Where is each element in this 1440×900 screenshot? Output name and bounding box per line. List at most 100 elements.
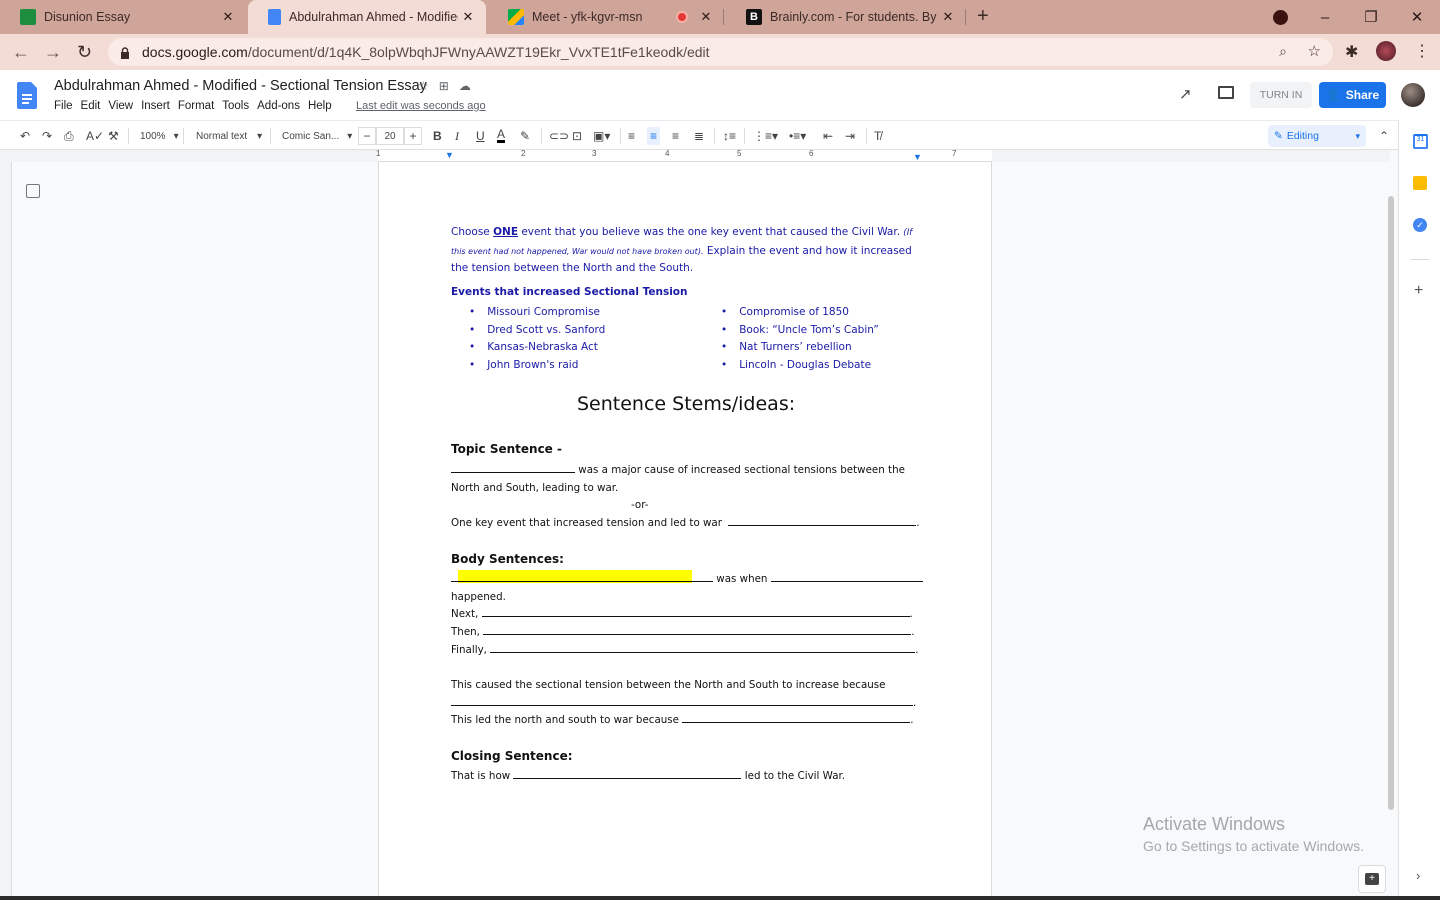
align-right-icon[interactable]: ≡ [672,127,679,145]
close-window-button[interactable]: ✕ [1394,0,1440,34]
tab-abdulrahman-ahmed[interactable]: Abdulrahman Ahmed - Modified ✕ [248,0,486,34]
ruler-page-area[interactable]: 1 ▼ 2 3 4 5 6 ▼ 7 [376,149,992,162]
blank-line[interactable] [483,624,912,636]
menu-file[interactable]: File [54,100,73,112]
forward-icon[interactable]: → [44,42,62,63]
close-tab-icon[interactable]: ✕ [696,9,716,25]
document-outline-icon[interactable] [26,184,40,198]
close-tab-icon[interactable]: ✕ [458,9,478,25]
increase-font-size-button[interactable]: + [404,127,422,145]
new-tab-button[interactable]: + [977,5,989,28]
indent-marker-icon[interactable]: ▼ [445,150,454,160]
blank-line[interactable] [490,642,916,653]
blank-line[interactable] [770,571,923,582]
paragraph-style-select[interactable]: Normal text ▾ [196,127,262,145]
minimize-button[interactable]: – [1302,0,1348,34]
insert-link-icon[interactable]: ⊂⊃ [549,127,569,145]
move-to-folder-icon[interactable]: ⊞ [439,79,449,93]
increase-indent-icon[interactable]: ⇥ [845,127,855,145]
justify-icon[interactable]: ≣ [694,127,704,145]
italic-icon[interactable]: I [455,127,459,145]
menu-insert[interactable]: Insert [141,100,170,112]
document-title[interactable]: Abdulrahman Ahmed - Modified - Sectional… [54,78,427,94]
close-tab-icon[interactable]: ✕ [218,9,238,25]
line-spacing-icon[interactable]: ↕≡ [723,127,736,145]
close-tab-icon[interactable]: ✕ [938,9,958,25]
redo-icon[interactable]: ↷ [42,127,52,145]
watermark-title: Activate Windows [1143,814,1286,834]
menu-view[interactable]: View [108,100,133,112]
underline-icon[interactable]: U [476,127,485,145]
google-calendar-icon[interactable]: 31 [1413,134,1428,149]
turn-in-button[interactable]: TURN IN [1250,82,1312,108]
google-docs-logo[interactable] [17,82,37,109]
url-bar[interactable]: docs.google.com/document/d/1q4K_8olpWbqh… [108,38,1333,66]
print-icon[interactable]: ⎙ [64,127,74,145]
comments-icon[interactable] [1218,86,1234,99]
align-left-icon[interactable]: ≡ [628,127,635,145]
google-keep-icon[interactable] [1413,176,1427,190]
share-button[interactable]: 👤 Share [1319,82,1386,108]
align-center-icon[interactable]: ≡ [647,127,661,145]
bold-icon[interactable]: B [433,127,442,145]
font-select[interactable]: Comic San... ▾ [282,127,352,145]
menu-help[interactable]: Help [308,100,332,112]
blank-line[interactable] [728,515,917,527]
numbered-list-icon[interactable]: ⋮≡▾ [753,127,778,145]
menu-add-ons[interactable]: Add-ons [257,100,300,112]
profile-menu-icon[interactable] [1273,10,1288,25]
tab-meet[interactable]: Meet - yfk-kgvr-msn ✕ [488,0,724,34]
extensions-icon[interactable]: ✱ [1345,42,1358,62]
menu-format[interactable]: Format [178,100,214,112]
menu-edit[interactable]: Edit [81,100,101,112]
editing-mode-select[interactable]: ✎ Editing ▾ [1268,125,1366,147]
blank-line[interactable] [451,571,713,582]
restore-button[interactable]: ❐ [1348,0,1394,34]
back-icon[interactable]: ← [12,42,30,63]
blank-line[interactable] [513,768,742,779]
blank-line[interactable] [451,695,913,706]
font-size-input[interactable]: 20 [376,127,404,145]
browser-menu-icon[interactable]: ⋮ [1414,41,1430,61]
bullet: • [721,306,728,318]
cloud-saved-icon[interactable]: ☁ [459,79,471,93]
explore-button[interactable]: + [1358,865,1386,893]
zoom-icon[interactable]: ⌕ [1279,43,1287,60]
undo-icon[interactable]: ↶ [20,127,30,145]
insert-image-icon[interactable]: ▣▾ [593,127,610,145]
right-indent-marker-icon[interactable]: ▼ [913,152,922,162]
highlight-color-icon[interactable]: ✎ [520,127,530,145]
google-tasks-icon[interactable]: ✓ [1413,218,1427,232]
spellcheck-icon[interactable]: A✓ [86,127,104,145]
blank-line[interactable] [451,462,575,473]
vertical-scrollbar[interactable] [1388,196,1394,810]
text-color-icon[interactable]: A [497,127,506,143]
clear-formatting-icon[interactable]: T̸ [874,127,881,145]
paint-format-icon[interactable]: ⚒ [108,127,119,145]
body-sentences-block: was when happened. Next, . Then, . Final… [451,571,923,660]
bullet: • [469,306,476,318]
menu-tools[interactable]: Tools [222,100,249,112]
get-add-ons-icon[interactable]: + [1414,282,1423,300]
add-comment-icon[interactable]: ⊡ [572,127,582,145]
bookmark-star-icon[interactable]: ☆ [1308,42,1321,60]
star-icon[interactable]: ☆ [418,79,429,93]
activity-dashboard-icon[interactable]: ↗ [1179,85,1192,103]
decrease-indent-icon[interactable]: ⇤ [823,127,833,145]
reload-icon[interactable]: ↻ [77,42,92,63]
profile-avatar[interactable] [1376,41,1396,61]
stem-text: Then, [451,626,480,639]
collapse-menus-icon[interactable]: ⌃ [1379,127,1389,145]
blank-line[interactable] [682,712,911,724]
bulleted-list-icon[interactable]: •≡▾ [789,127,806,145]
expand-panel-icon[interactable]: › [1416,868,1420,883]
account-avatar[interactable] [1401,83,1425,107]
prompt-italic: this event had not happened, War would n… [451,246,704,256]
zoom-select[interactable]: 100% ▾ [140,127,179,145]
blank-line[interactable] [481,606,910,618]
decrease-font-size-button[interactable]: − [358,127,376,145]
stem-text: That is how [451,770,511,782]
tab-brainly[interactable]: B Brainly.com - For students. By stu ✕ [726,0,966,34]
last-edit-link[interactable]: Last edit was seconds ago [356,100,486,112]
tab-disunion-essay[interactable]: Disunion Essay ✕ [0,0,246,34]
